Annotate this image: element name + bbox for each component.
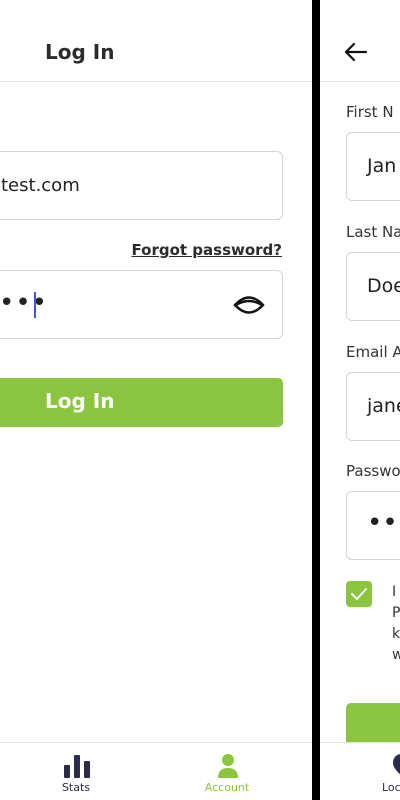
bar-chart-icon <box>64 755 90 778</box>
last-name-value: Doe <box>367 275 400 297</box>
login-button[interactable]: Log In <box>0 378 283 427</box>
terms-text: I P k w <box>392 584 400 663</box>
user-icon <box>218 754 238 778</box>
tab-account-label: Account <box>204 781 250 794</box>
terms-checkbox[interactable] <box>346 581 372 607</box>
email-address-value: jane <box>367 395 400 417</box>
text-caret <box>34 292 36 318</box>
tab-location-label: Loc <box>382 781 400 794</box>
last-name-field[interactable]: Doe <box>346 252 400 321</box>
first-name-field[interactable]: Jan <box>346 132 400 201</box>
password-label: Passwo <box>346 462 400 480</box>
last-name-label: Last Na <box>346 223 400 241</box>
first-name-label: First N <box>346 103 394 121</box>
eye-icon[interactable] <box>233 294 265 316</box>
signup-password-dots: ••• <box>367 508 400 538</box>
back-arrow-icon[interactable] <box>344 42 368 62</box>
email-address-label: Email A <box>346 343 400 361</box>
login-button-label: Log In <box>45 389 115 413</box>
forgot-password-link[interactable]: Forgot password? <box>132 241 283 259</box>
bottom-tab-bar: Stats Account <box>0 742 312 800</box>
signup-header <box>320 0 400 82</box>
password-field[interactable]: ••• <box>0 270 283 339</box>
signup-tab-bar: Loc <box>320 742 400 800</box>
signup-password-field[interactable]: ••• <box>346 491 400 560</box>
email-address-field[interactable]: jane <box>346 372 400 441</box>
location-pin-icon[interactable] <box>392 753 400 777</box>
login-screen: Log In test.com Forgot password? ••• Log… <box>0 0 312 800</box>
email-value: test.com <box>1 175 80 196</box>
tab-stats-label: Stats <box>61 781 91 794</box>
page-title: Log In <box>45 40 115 64</box>
signup-screen: First N Jan Last Na Doe Email A jane Pas… <box>320 0 400 800</box>
tab-stats[interactable]: Stats <box>26 743 126 800</box>
first-name-value: Jan <box>367 155 397 177</box>
email-field[interactable]: test.com <box>0 151 283 220</box>
tab-account[interactable]: Account <box>177 743 277 800</box>
login-header: Log In <box>0 0 312 82</box>
password-dots: ••• <box>0 288 49 318</box>
checkmark-icon <box>351 588 367 600</box>
